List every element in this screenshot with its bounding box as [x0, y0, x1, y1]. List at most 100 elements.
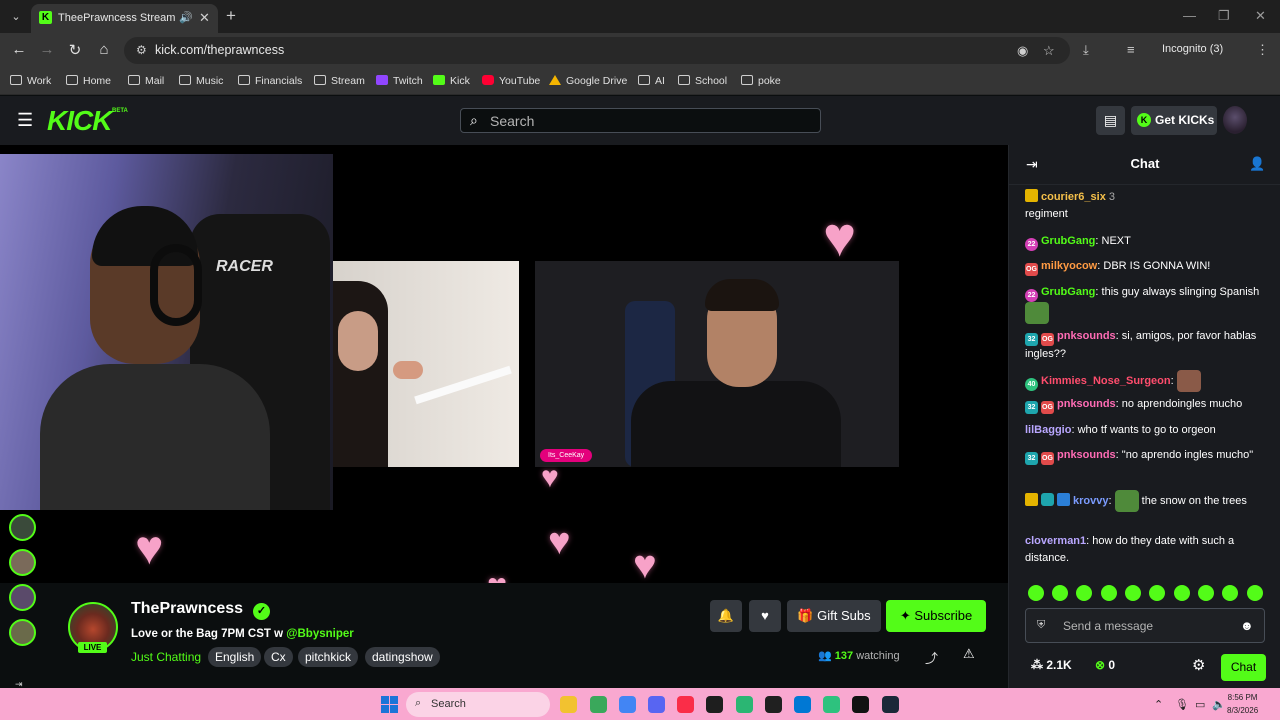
taskbar-clock[interactable]: 8:56 PM 8/3/2026: [1227, 691, 1258, 717]
browser-tab-active[interactable]: K TheePrawncess Stream - Wa 🔊 ✕: [31, 4, 218, 33]
report-warning-icon[interactable]: ⚠: [963, 646, 975, 662]
bookmark-mail[interactable]: Mail: [128, 73, 164, 89]
emote-button-icon[interactable]: [1222, 585, 1238, 601]
chat-username[interactable]: pnksounds: [1057, 330, 1116, 342]
followed-channel-avatar[interactable]: [9, 584, 36, 611]
taskbar-search[interactable]: ⌕ Search: [406, 692, 550, 717]
channel-name[interactable]: ThePrawncess: [131, 600, 243, 618]
notification-bell-button[interactable]: 🔔: [710, 600, 742, 632]
tab-close-icon[interactable]: ✕: [199, 10, 210, 26]
chat-username[interactable]: courier6_six: [1041, 191, 1106, 203]
bookmark-stream[interactable]: Stream: [314, 73, 365, 89]
kicks-balance[interactable]: ⁂ 2.1K: [1031, 658, 1072, 672]
chat-username[interactable]: GrubGang: [1041, 235, 1095, 247]
gift-subs-button[interactable]: 🎁 Gift Subs: [787, 600, 881, 632]
download-icon[interactable]: ⤓: [1083, 42, 1089, 58]
incognito-indicator[interactable]: Incognito (3): [1162, 43, 1223, 55]
hamburger-menu-icon[interactable]: ☰: [17, 110, 33, 131]
windows-start-icon[interactable]: [381, 696, 398, 713]
minimize-button[interactable]: —: [1183, 8, 1196, 23]
emote-button-icon[interactable]: [1101, 585, 1117, 601]
bookmark-star-icon[interactable]: ☆: [1043, 43, 1055, 59]
forward-button[interactable]: →: [38, 41, 56, 58]
kick-logo[interactable]: KICK: [47, 105, 112, 137]
bookmark-school[interactable]: School: [678, 73, 727, 89]
back-button[interactable]: ←: [10, 41, 28, 58]
network-icon[interactable]: ▭: [1195, 698, 1205, 711]
restore-button[interactable]: ❐: [1218, 8, 1230, 24]
bookmark-ai[interactable]: AI: [638, 73, 665, 89]
emote-button-icon[interactable]: [1028, 585, 1044, 601]
channel-points[interactable]: ⊗ 0: [1095, 658, 1115, 672]
follow-heart-button[interactable]: ♥: [749, 600, 781, 632]
bookmark-work[interactable]: Work: [10, 73, 51, 89]
tag-cx[interactable]: Cx: [264, 647, 293, 667]
bookmark-music[interactable]: Music: [179, 73, 223, 89]
chat-username[interactable]: Kimmies_Nose_Surgeon: [1041, 375, 1171, 387]
chat-username[interactable]: pnksounds: [1057, 449, 1116, 461]
steam-icon[interactable]: [882, 696, 899, 713]
chat-settings-gear-icon[interactable]: ⚙: [1192, 656, 1205, 674]
app-icon[interactable]: [736, 696, 753, 713]
tab-audio-icon[interactable]: 🔊: [179, 11, 193, 24]
get-kicks-button[interactable]: K Get KICKs: [1131, 106, 1217, 135]
mic-icon[interactable]: 🎙: [1175, 698, 1189, 711]
bookmark-google-drive[interactable]: Google Drive: [549, 73, 627, 89]
emoji-picker-icon[interactable]: ☻: [1240, 618, 1254, 633]
search-input[interactable]: ⌕ Search: [460, 108, 821, 133]
emote-button-icon[interactable]: [1247, 585, 1263, 601]
layout-toggle-button[interactable]: ▤: [1096, 106, 1125, 135]
app-icon[interactable]: [794, 696, 811, 713]
chrome-alt-icon[interactable]: [619, 696, 636, 713]
bookmark-youtube[interactable]: YouTube: [482, 73, 540, 89]
emote-button-icon[interactable]: [1149, 585, 1165, 601]
reload-button[interactable]: ↻: [66, 41, 84, 59]
obs-icon[interactable]: [765, 696, 782, 713]
chat-username[interactable]: cloverman1: [1025, 535, 1086, 547]
video-player[interactable]: RACER Its_CeeKay ♥ ♥ ♥ ♥ ♥ ♥: [0, 145, 1008, 583]
chrome-icon[interactable]: [590, 696, 607, 713]
chat-message-input[interactable]: ⛨ Send a message ☻: [1025, 608, 1265, 643]
followed-channel-avatar[interactable]: [9, 549, 36, 576]
app-icon[interactable]: [823, 696, 840, 713]
emote-button-icon[interactable]: [1174, 585, 1190, 601]
capcut-icon[interactable]: [706, 696, 723, 713]
volume-icon[interactable]: 🔈: [1212, 698, 1226, 711]
chat-users-icon[interactable]: 👤: [1249, 156, 1265, 172]
site-info-icon[interactable]: ⚙: [136, 43, 147, 57]
chat-username[interactable]: pnksounds: [1057, 398, 1116, 410]
user-avatar[interactable]: [1223, 106, 1247, 134]
chat-username[interactable]: krovvy: [1073, 495, 1108, 507]
file-explorer-icon[interactable]: [560, 696, 577, 713]
close-window-button[interactable]: ✕: [1255, 8, 1266, 24]
send-chat-button[interactable]: Chat: [1221, 654, 1266, 681]
emote-button-icon[interactable]: [1125, 585, 1141, 601]
home-button[interactable]: ⌂: [95, 41, 113, 58]
tag-english[interactable]: English: [208, 647, 262, 667]
category-link[interactable]: Just Chatting: [131, 650, 201, 664]
new-tab-button[interactable]: +: [226, 6, 236, 26]
emote-button-icon[interactable]: [1076, 585, 1092, 601]
followed-channel-avatar[interactable]: [9, 514, 36, 541]
tray-overflow-icon[interactable]: ⌃: [1154, 698, 1163, 711]
emote-button-icon[interactable]: [1198, 585, 1214, 601]
title-mention-link[interactable]: @Bbysniper: [286, 628, 353, 640]
music-icon[interactable]: [677, 696, 694, 713]
chat-username[interactable]: milkyocow: [1041, 260, 1097, 272]
eye-off-icon[interactable]: ◉: [1017, 43, 1028, 59]
epic-games-icon[interactable]: [852, 696, 869, 713]
tag-pitchkick[interactable]: pitchkick: [298, 647, 359, 667]
bookmark-kick[interactable]: Kick: [433, 73, 470, 89]
bookmark-home[interactable]: Home: [66, 73, 111, 89]
bookmark-twitch[interactable]: Twitch: [376, 73, 423, 89]
chat-username[interactable]: GrubGang: [1041, 286, 1095, 298]
discord-icon[interactable]: [648, 696, 665, 713]
media-controls-icon[interactable]: ≡: [1127, 42, 1135, 57]
bookmark-poke[interactable]: poke: [741, 73, 781, 89]
tab-search-icon[interactable]: ⌄: [8, 9, 24, 25]
subscribe-button[interactable]: ✦ Subscribe: [886, 600, 986, 632]
share-icon[interactable]: ⤴: [925, 648, 938, 667]
followed-channel-avatar[interactable]: [9, 619, 36, 646]
emote-button-icon[interactable]: [1052, 585, 1068, 601]
tag-datingshow[interactable]: datingshow: [365, 647, 440, 667]
